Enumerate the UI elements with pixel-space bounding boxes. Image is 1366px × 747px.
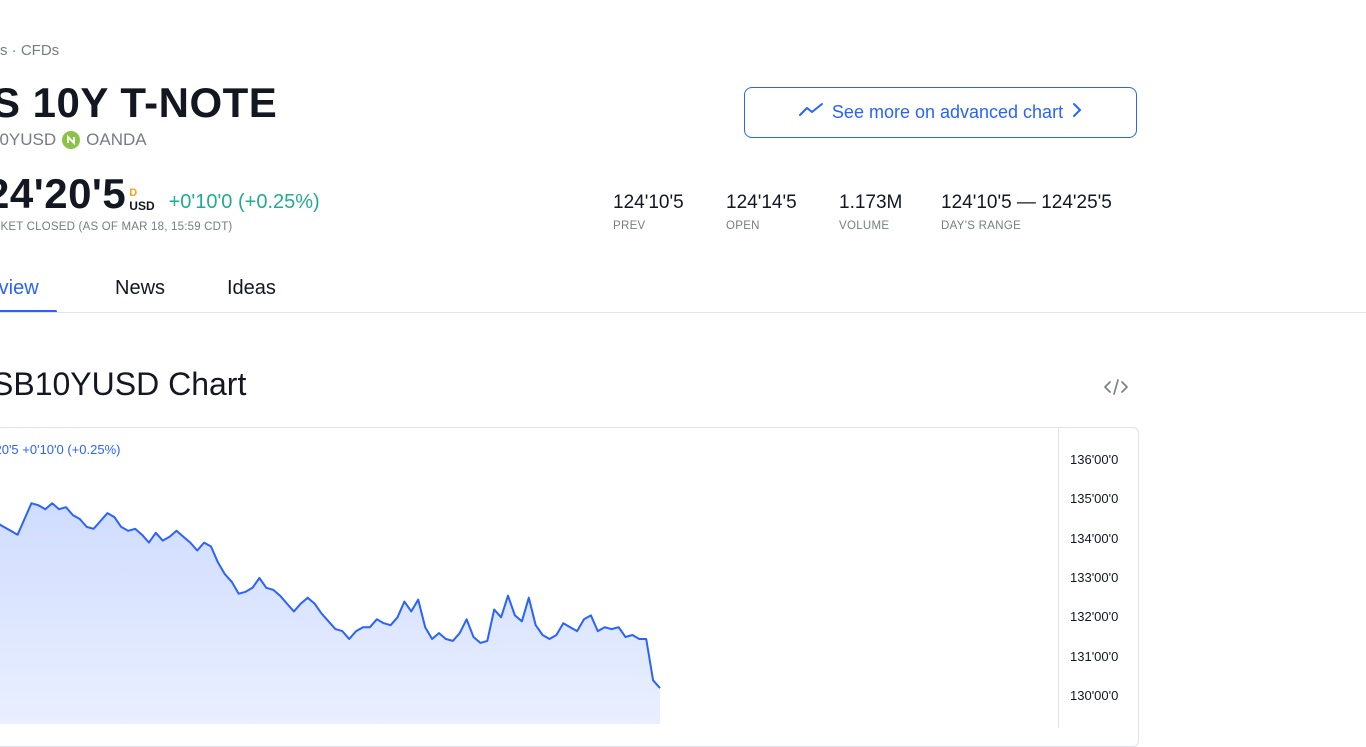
- stat-label: OPEN: [726, 220, 760, 232]
- symbol-code[interactable]: 10YUSD: [0, 130, 56, 150]
- stat-value: 1.173M: [839, 192, 903, 213]
- stat-value: 124'10'5 — 124'25'5: [941, 192, 1112, 213]
- last-price: 24'20'5: [0, 170, 127, 217]
- tabs-divider: [0, 312, 1366, 313]
- price-row: 24'20'5 D USD +0'10'0 (+0.25%): [0, 173, 320, 215]
- stat-prev: 124'10'5 PREV: [613, 192, 684, 232]
- chart-area-fill: [0, 503, 660, 724]
- stat-label: VOLUME: [839, 220, 890, 232]
- stat-open: 124'14'5 OPEN: [726, 192, 797, 232]
- stat-label: PREV: [613, 220, 646, 232]
- exchange-name[interactable]: OANDA: [86, 130, 146, 150]
- tab-overview[interactable]: rview: [0, 277, 39, 300]
- price-axis-tick: 134'00'0: [1070, 530, 1119, 546]
- delayed-flag[interactable]: D: [129, 187, 154, 199]
- symbol-row: 10YUSD OANDA: [0, 130, 147, 150]
- stat-label: DAY'S RANGE: [941, 220, 1022, 232]
- stat-days-range: 124'10'5 — 124'25'5 DAY'S RANGE: [941, 192, 1112, 232]
- page-title: S 10Y T-NOTE: [0, 79, 278, 126]
- price-axis-tick: 133'00'0: [1070, 570, 1119, 585]
- tab-news[interactable]: News: [115, 277, 165, 300]
- chart-legend: '20'5 +0'10'0 (+0.25%): [0, 442, 121, 457]
- chevron-right-icon: [1071, 102, 1083, 123]
- price-axis-tick: 130'00'0: [1070, 688, 1119, 703]
- stat-volume: 1.173M VOLUME: [839, 192, 902, 232]
- price-axis-divider: [1058, 428, 1059, 728]
- advanced-chart-button[interactable]: See more on advanced chart: [744, 87, 1137, 138]
- price-axis-tick: 136'00'0: [1070, 452, 1119, 467]
- price-axis-tick: 132'00'0: [1070, 609, 1119, 625]
- advanced-chart-label: See more on advanced chart: [831, 102, 1064, 122]
- tab-ideas[interactable]: Ideas: [227, 277, 276, 300]
- currency-label: USD: [129, 199, 155, 213]
- line-chart-icon: [798, 102, 824, 123]
- price-axis-tick: 131'00'0: [1070, 648, 1119, 664]
- stat-value: 124'14'5: [726, 192, 797, 213]
- stat-value: 124'10'5: [613, 192, 684, 213]
- price-chart[interactable]: [0, 428, 1058, 724]
- price-change: +0'10'0 (+0.25%): [168, 191, 320, 213]
- market-status: RKET CLOSED (AS OF MAR 18, 15:59 CDT): [0, 221, 233, 233]
- oanda-logo-icon: [62, 131, 81, 149]
- chart-title: SB10YUSD Chart: [0, 366, 247, 402]
- code-embed-icon[interactable]: [1102, 376, 1130, 398]
- price-axis-tick: 135'00'0: [1070, 491, 1119, 507]
- breadcrumb[interactable]: kets · CFDs: [0, 42, 59, 59]
